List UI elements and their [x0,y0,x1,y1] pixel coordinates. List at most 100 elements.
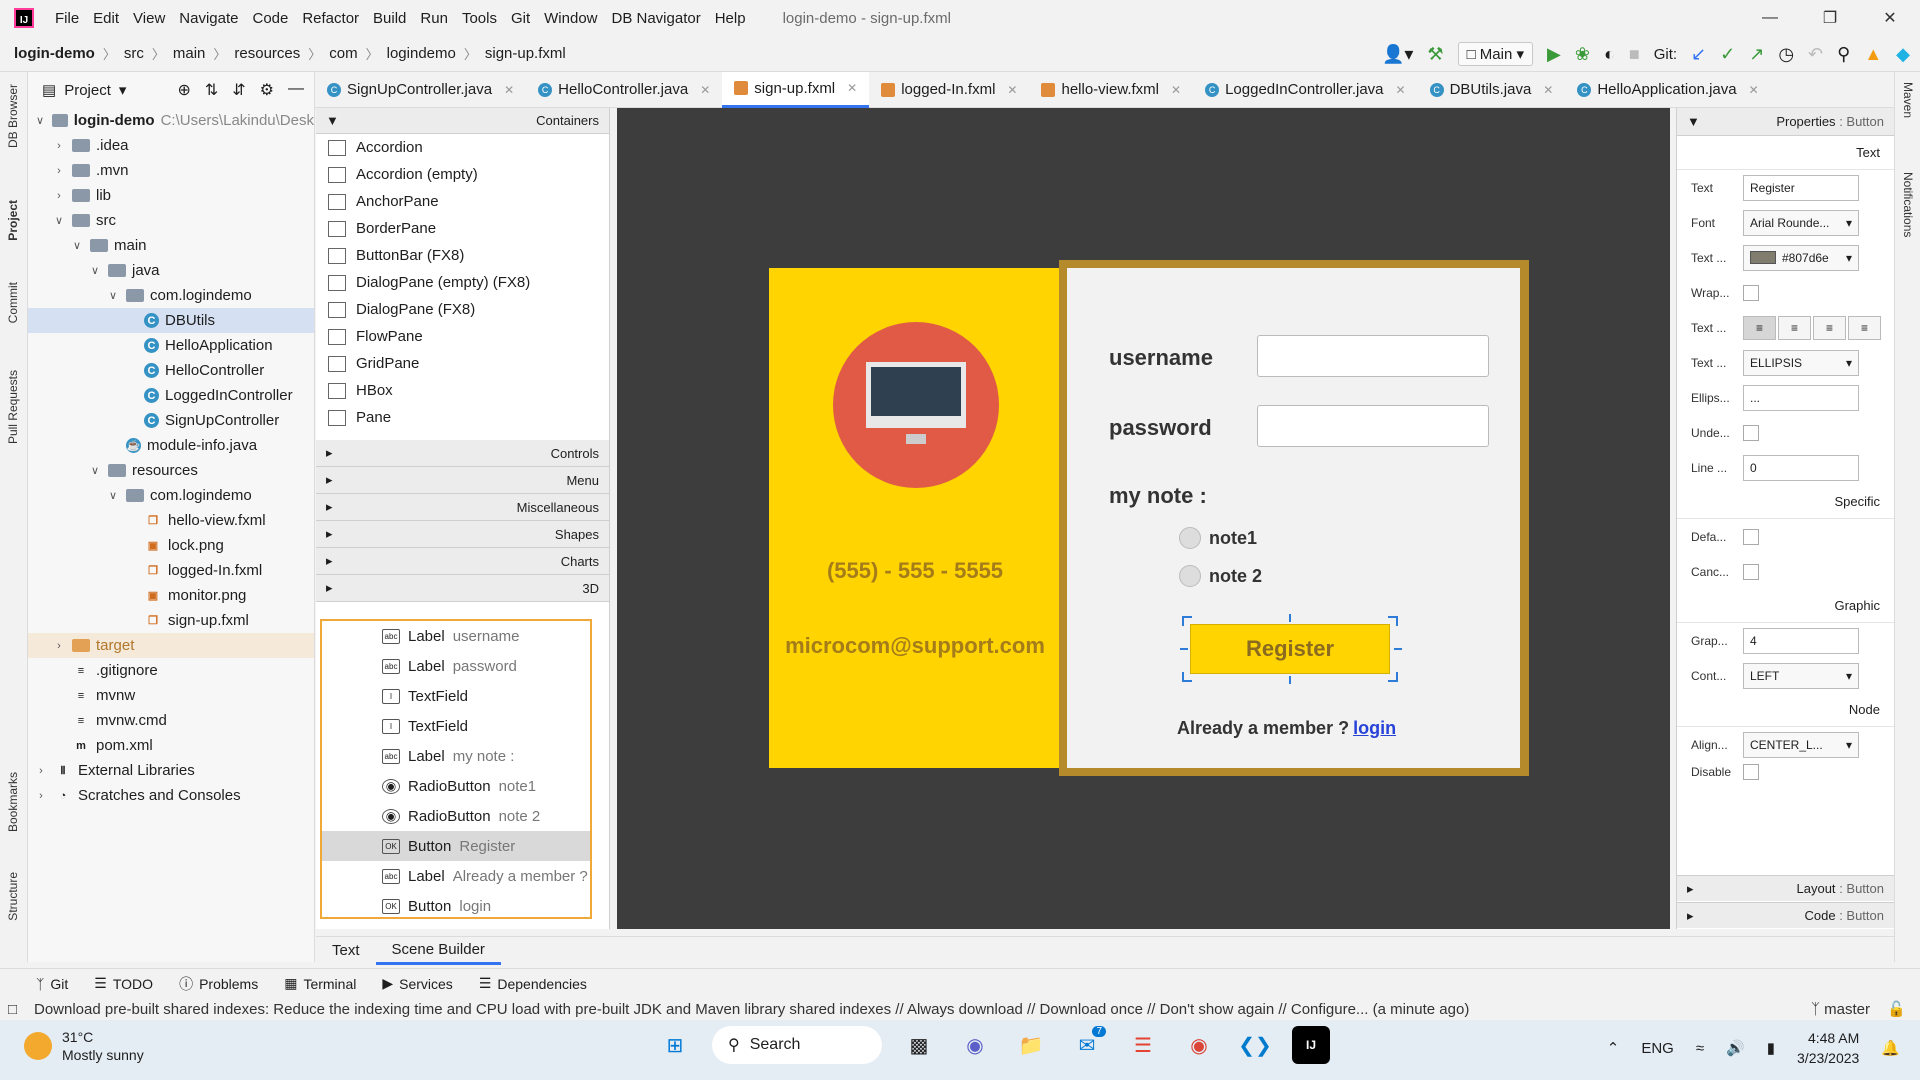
close-icon[interactable]: ✕ [847,81,857,95]
language-indicator[interactable]: ENG [1641,1040,1674,1057]
pull-requests-tool-tab[interactable]: Pull Requests [6,370,20,444]
menu-edit[interactable]: Edit [86,10,126,27]
project-tree-row[interactable]: › .idea [28,133,314,158]
lock-icon[interactable]: 🔓 [1887,1000,1906,1018]
debug-icon[interactable]: ❀ [1575,44,1590,65]
prop-content-display-select[interactable]: LEFT ▾ [1743,662,1859,689]
minimize-icon[interactable]: — [1740,0,1800,36]
close-icon[interactable]: ✕ [1749,83,1759,97]
library-section-header[interactable]: ▸ Shapes [316,521,609,548]
project-tree-row[interactable]: ∨ com.logindemo [28,283,314,308]
prop-wrap-checkbox[interactable] [1743,284,1759,301]
prop-font-select[interactable]: Arial Rounde... ▾ [1743,209,1859,236]
menu-file[interactable]: File [48,10,86,27]
project-tool-tab[interactable]: Project [6,200,20,241]
menu-view[interactable]: View [126,10,172,27]
project-tree-row[interactable]: ▣ lock.png [28,533,314,558]
project-tree-row[interactable]: ∨ resources [28,458,314,483]
project-tree-row[interactable]: ≡ mvnw.cmd [28,708,314,733]
project-tree-row[interactable]: C HelloApplication [28,333,314,358]
menu-window[interactable]: Window [537,10,604,27]
text-tab[interactable]: Text [316,937,376,965]
scene-builder-tab[interactable]: Scene Builder [375,937,501,965]
project-tree-row[interactable]: › lib [28,183,314,208]
editor-tab[interactable]: C DBUtils.java ✕ [1418,72,1566,108]
chevron-right-icon[interactable]: › [52,140,66,152]
intellij-taskbar-icon[interactable]: IJ [1292,1026,1330,1064]
align-justify-icon[interactable]: ≡ [1848,315,1881,340]
close-icon[interactable]: ✕ [1396,83,1406,97]
git-branch-widget[interactable]: ᛉ master [1811,1001,1870,1018]
menu-help[interactable]: Help [708,10,753,27]
chrome-icon[interactable]: ◉ [1180,1026,1218,1064]
prop-default-checkbox[interactable] [1743,528,1759,545]
project-tree-row[interactable]: ∨ src [28,208,314,233]
project-tree-row[interactable]: ∨ login-demo C:\Users\Lakindu\Desk [28,108,314,133]
chevron-down-icon[interactable]: ∨ [106,289,120,302]
weather-widget[interactable]: 31°C Mostly sunny [24,1028,144,1064]
close-icon[interactable]: ✕ [1543,83,1553,97]
register-button[interactable]: Register [1190,624,1390,674]
library-item[interactable]: Pane [316,404,609,431]
taskbar-search[interactable]: ⚲ Search [712,1026,882,1064]
chevron-down-icon[interactable]: ▾ [119,81,127,99]
note2-radio[interactable]: note 2 [1179,565,1262,587]
library-section-header[interactable]: ▸ Menu [316,467,609,494]
commit-tool-tab[interactable]: Commit [6,282,20,323]
chevron-right-icon[interactable]: › [34,790,48,802]
breadcrumb-item[interactable]: src [120,45,148,62]
chevron-down-icon[interactable]: ∨ [34,114,46,127]
prop-text-input[interactable]: Register [1743,174,1859,201]
selection-handle[interactable] [1182,672,1184,682]
notification-bell-icon[interactable]: 🔔 [1881,1039,1900,1057]
jetbrains-toolbox-icon[interactable]: ◆ [1896,44,1910,65]
prop-graphic-gap-input[interactable]: 4 [1743,627,1859,654]
coverage-icon[interactable]: ◐ [1604,44,1615,65]
properties-header[interactable]: ▼ Properties : Button [1677,108,1894,136]
close-icon[interactable]: ✕ [1007,83,1017,97]
selection-handle[interactable] [1182,616,1184,626]
structure-tool-tab[interactable]: Structure [6,872,20,921]
todo-tool-button[interactable]: ☰ TODO [94,975,153,992]
close-icon[interactable]: ✕ [504,83,514,97]
bookmarks-tool-tab[interactable]: Bookmarks [6,772,20,832]
user-icon[interactable]: 👤▾ [1382,44,1413,65]
chevron-down-icon[interactable]: ∨ [70,239,84,252]
close-icon[interactable]: ✕ [1860,0,1920,36]
prop-line-spacing-input[interactable]: 0 [1743,454,1859,481]
locate-icon[interactable]: ⊕ [177,80,190,100]
editor-tab[interactable]: sign-up.fxml ✕ [722,71,870,108]
git-commit-icon[interactable]: ✓ [1720,44,1735,65]
library-section-header[interactable]: ▸ Controls [316,440,609,467]
breadcrumb-item[interactable]: logindemo [383,45,460,62]
hierarchy-item[interactable]: OK Button Register [322,831,590,861]
library-item[interactable]: Accordion (empty) [316,161,609,188]
project-tree-row[interactable]: ≡ .gitignore [28,658,314,683]
project-tree-row[interactable]: C SignUpController [28,408,314,433]
prop-disable-checkbox[interactable] [1743,764,1759,780]
selection-handle[interactable] [1394,648,1402,650]
problems-tool-button[interactable]: ⓘ Problems [179,974,258,994]
project-tree-row[interactable]: ▣ monitor.png [28,583,314,608]
file-explorer-icon[interactable]: 📁 [1012,1026,1050,1064]
menu-navigate[interactable]: Navigate [172,10,245,27]
library-section-header[interactable]: ▸ Charts [316,548,609,575]
project-tree-row[interactable]: ❐ logged-In.fxml [28,558,314,583]
selection-handle[interactable] [1396,616,1398,626]
restore-icon[interactable]: ❐ [1800,0,1860,36]
clock[interactable]: 4:48 AM 3/23/2023 [1797,1028,1859,1068]
vscode-icon[interactable]: ❮❯ [1236,1026,1274,1064]
hierarchy-item[interactable]: I TextField [322,711,590,741]
library-item[interactable]: HBox [316,377,609,404]
project-tree-row[interactable]: C DBUtils [28,308,314,333]
project-tree-row[interactable]: C HelloController [28,358,314,383]
mail-icon[interactable]: ✉ 7 [1068,1026,1106,1064]
hierarchy-item[interactable]: OK Button login [322,891,590,921]
breadcrumb-item[interactable]: sign-up.fxml [481,45,570,62]
note1-radio[interactable]: note1 [1179,527,1257,549]
selection-handle[interactable] [1180,648,1188,650]
hierarchy-item[interactable]: ◉ RadioButton note 2 [322,801,590,831]
library-section-header[interactable]: ▸ Miscellaneous [316,494,609,521]
selection-handle[interactable] [1289,614,1291,622]
prop-alignment-select[interactable]: CENTER_L... ▾ [1743,731,1859,758]
